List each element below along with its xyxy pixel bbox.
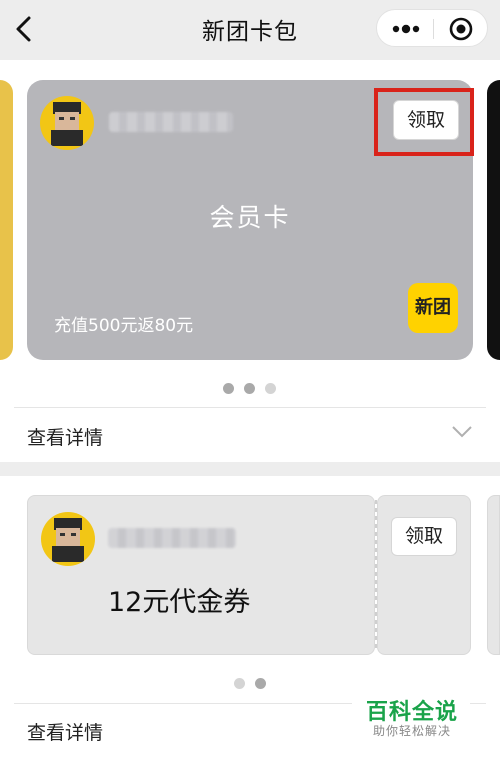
avatar-face-icon	[51, 102, 83, 146]
card-name: 会员卡	[209, 203, 291, 232]
brand-logo: 新团	[408, 283, 458, 333]
mini-program-capsule	[376, 9, 488, 47]
next-coupon-peek[interactable]	[487, 495, 500, 655]
carousel-dot[interactable]	[255, 678, 266, 689]
next-card-peek[interactable]	[487, 80, 500, 360]
carousel-dot[interactable]	[223, 383, 234, 394]
capsule-divider	[433, 19, 434, 39]
blurred-merchant-name	[108, 528, 236, 548]
coupon-card[interactable]	[27, 495, 375, 655]
coupon-title: 12元代金券	[108, 587, 251, 618]
avatar	[41, 512, 95, 566]
coupon-claim-button[interactable]: 领取	[391, 517, 457, 556]
target-circle-icon[interactable]	[449, 17, 473, 41]
more-dots-icon[interactable]	[391, 20, 421, 38]
watermark-subtitle: 助你轻松解决	[373, 724, 452, 738]
coupon-carousel-indicator	[234, 678, 266, 689]
avatar-face-icon	[52, 518, 84, 562]
nav-bar: 新团卡包	[0, 0, 500, 60]
chevron-down-icon[interactable]	[451, 425, 473, 439]
carousel-dot[interactable]	[265, 383, 276, 394]
avatar	[40, 96, 94, 150]
recharge-offer: 充值500元返80元	[54, 316, 194, 336]
view-details-link[interactable]: 查看详情	[27, 423, 103, 450]
prev-card-peek[interactable]	[0, 80, 13, 360]
view-details-link[interactable]: 查看详情	[27, 718, 103, 745]
claim-button[interactable]: 领取	[393, 100, 459, 140]
divider	[14, 407, 486, 408]
carousel-dot[interactable]	[234, 678, 245, 689]
watermark: 百科全说 助你轻松解决	[352, 694, 470, 744]
carousel-indicator	[223, 383, 276, 394]
blurred-merchant-name	[109, 112, 233, 132]
carousel-dot[interactable]	[244, 383, 255, 394]
